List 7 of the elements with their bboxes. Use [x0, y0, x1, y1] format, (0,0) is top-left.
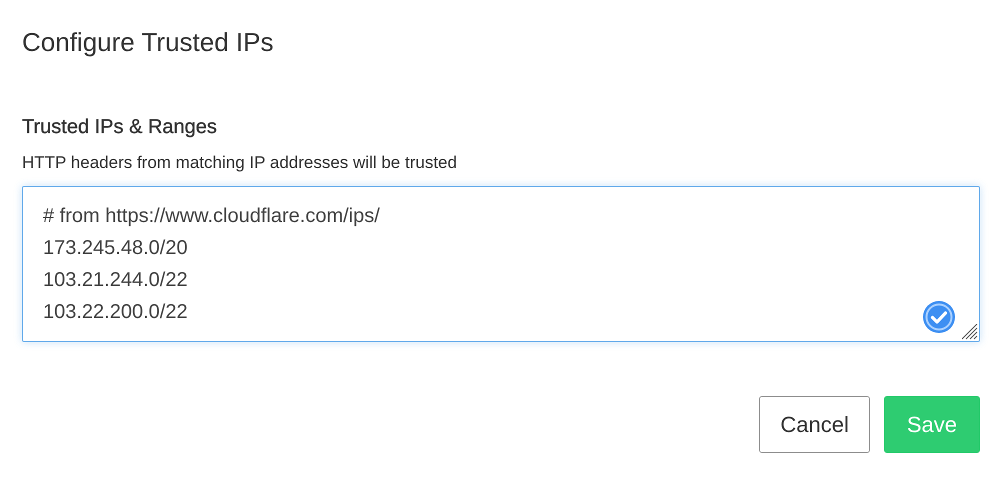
section-description: HTTP headers from matching IP addresses will be trusted [22, 152, 457, 174]
checkmark-icon[interactable] [922, 300, 956, 334]
section-heading: Trusted IPs & Ranges [22, 115, 217, 140]
ip-list-field[interactable]: # from https://www.cloudflare.com/ips/ 173.245.48.0/20 103.21.244.0/22 103.22.200.0/22 [22, 186, 980, 342]
dialog-title: Configure Trusted IPs [22, 26, 274, 58]
cancel-button[interactable]: Cancel [759, 396, 870, 453]
resize-grip-icon[interactable] [962, 324, 978, 340]
